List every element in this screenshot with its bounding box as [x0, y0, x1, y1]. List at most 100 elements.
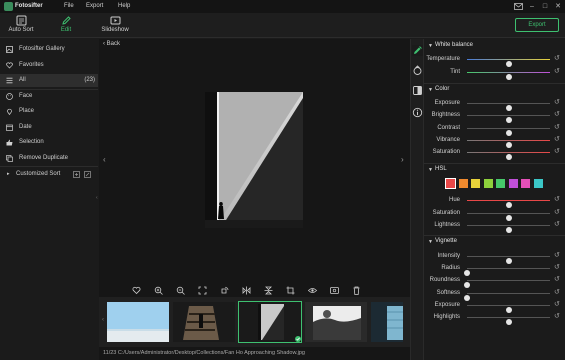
crop-icon[interactable] — [286, 286, 295, 295]
hsl-color-swatch[interactable] — [496, 179, 505, 188]
thumbnail-selected[interactable] — [238, 301, 302, 343]
mail-icon[interactable] — [512, 1, 524, 12]
sidebar-item-selection[interactable]: Selection — [0, 136, 98, 149]
hsl-color-swatch[interactable] — [533, 179, 543, 188]
slider-track[interactable] — [467, 59, 550, 67]
hsl-color-swatch[interactable] — [521, 179, 530, 188]
slider-track[interactable] — [467, 256, 550, 264]
slider-track[interactable] — [467, 200, 550, 208]
slider-label: Exposure — [434, 301, 460, 308]
reset-icon[interactable]: ↺ — [554, 264, 562, 272]
flip-horizontal-icon[interactable] — [242, 286, 251, 295]
slider-track[interactable] — [467, 212, 550, 221]
thumbnail[interactable] — [304, 301, 368, 343]
slider-handle[interactable] — [505, 227, 512, 233]
frame-icon[interactable] — [412, 85, 423, 96]
thumbnail[interactable] — [370, 301, 404, 343]
slider-handle[interactable] — [505, 73, 512, 80]
reset-icon[interactable]: ↺ — [554, 301, 562, 309]
reset-icon[interactable]: ↺ — [554, 55, 562, 63]
slider-track[interactable] — [464, 280, 550, 289]
slider-track[interactable] — [467, 71, 550, 80]
adjust-icon[interactable] — [412, 45, 423, 56]
minimize-icon[interactable]: – — [526, 1, 538, 12]
section-vignette[interactable]: ▼ Vignette — [424, 236, 565, 246]
hsl-color-swatch[interactable] — [445, 178, 456, 189]
hsl-color-swatch[interactable] — [458, 179, 468, 188]
hsl-color-swatch[interactable] — [483, 179, 493, 188]
sidebar-item-gallery[interactable]: Fotosifter Gallery — [0, 43, 98, 56]
reset-icon[interactable]: ↺ — [554, 196, 562, 204]
menu-file[interactable]: File — [64, 3, 74, 9]
slideshow-button[interactable]: Slideshow — [100, 15, 130, 37]
reset-icon[interactable]: ↺ — [554, 276, 562, 284]
reset-icon[interactable]: ↺ — [554, 99, 562, 107]
maximize-icon[interactable]: □ — [539, 1, 551, 12]
collapse-sidebar-icon[interactable]: ‹ — [96, 195, 98, 201]
slider-track[interactable] — [464, 292, 550, 301]
flip-vertical-icon[interactable] — [264, 286, 273, 295]
compare-icon[interactable] — [330, 286, 339, 295]
rotate-left-icon[interactable] — [220, 286, 229, 295]
sidebar-item-all[interactable]: All (23) — [0, 74, 98, 87]
filter-icon[interactable] — [412, 65, 423, 76]
zoom-in-icon[interactable] — [154, 286, 163, 295]
auto-sort-button[interactable]: Auto Sort — [6, 15, 36, 37]
zoom-out-icon[interactable] — [176, 286, 185, 295]
section-color[interactable]: ▼ Color — [424, 84, 565, 94]
slider-track[interactable] — [467, 304, 550, 313]
section-white-balance[interactable]: ▼ White balance — [424, 40, 565, 50]
sidebar-item-remove-duplicate[interactable]: Remove Duplicate — [0, 152, 98, 165]
export-button[interactable]: Export — [515, 18, 559, 32]
fit-screen-icon[interactable] — [198, 286, 207, 295]
reset-icon[interactable]: ↺ — [554, 124, 562, 132]
section-hsl[interactable]: ▼ HSL — [424, 164, 565, 174]
view-icon[interactable] — [308, 286, 317, 295]
slider-track[interactable] — [467, 225, 550, 233]
slider-track[interactable] — [464, 268, 550, 277]
back-button[interactable]: ‹ Back — [103, 41, 120, 47]
reset-icon[interactable]: ↺ — [554, 221, 562, 229]
reset-icon[interactable]: ↺ — [554, 313, 562, 321]
slider-handle[interactable] — [505, 154, 512, 161]
sidebar-item-place[interactable]: Place — [0, 105, 98, 118]
delete-icon[interactable] — [352, 286, 361, 295]
thumbnail-strip: ‹ — [99, 297, 410, 347]
slider-track[interactable] — [467, 115, 550, 124]
next-photo-icon[interactable]: › — [401, 155, 404, 164]
customized-sort[interactable]: ▸ Customized Sort — [0, 168, 98, 181]
favorite-icon[interactable] — [132, 286, 141, 295]
hsl-color-swatch[interactable] — [508, 179, 518, 188]
slider-track[interactable] — [467, 127, 550, 136]
slider-track[interactable] — [467, 139, 550, 148]
edit-button[interactable]: Edit — [56, 15, 76, 37]
reset-icon[interactable]: ↺ — [554, 289, 562, 297]
rename-icon[interactable] — [84, 171, 91, 178]
add-folder-icon[interactable] — [73, 171, 80, 178]
sidebar-item-favorites[interactable]: Favorites — [0, 59, 98, 72]
reset-icon[interactable]: ↺ — [554, 252, 562, 260]
menu-help[interactable]: Help — [118, 3, 130, 9]
slider-label: Radius — [441, 265, 460, 272]
reset-icon[interactable]: ↺ — [554, 136, 562, 144]
slider-track[interactable] — [467, 317, 550, 325]
sidebar-item-face[interactable]: Face — [0, 90, 98, 103]
strip-left-arrow-icon[interactable]: ‹ — [102, 317, 104, 323]
hsl-color-swatch[interactable] — [471, 179, 480, 188]
reset-icon[interactable]: ↺ — [554, 68, 562, 76]
slider-handle[interactable] — [505, 319, 512, 325]
slider-track[interactable] — [467, 103, 550, 111]
customized-sort-label: Customized Sort — [16, 171, 61, 177]
sidebar-item-date[interactable]: Date — [0, 121, 98, 134]
back-label: Back — [106, 41, 121, 47]
info-icon[interactable] — [412, 107, 423, 118]
previous-photo-icon[interactable]: ‹ — [103, 155, 106, 164]
close-icon[interactable]: ✕ — [552, 1, 564, 12]
slider-track[interactable] — [467, 152, 550, 161]
thumbnail[interactable] — [172, 301, 236, 343]
menu-export[interactable]: Export — [86, 3, 103, 9]
reset-icon[interactable]: ↺ — [554, 209, 562, 217]
reset-icon[interactable]: ↺ — [554, 111, 562, 119]
thumbnail[interactable] — [106, 301, 170, 343]
reset-icon[interactable]: ↺ — [554, 148, 562, 156]
